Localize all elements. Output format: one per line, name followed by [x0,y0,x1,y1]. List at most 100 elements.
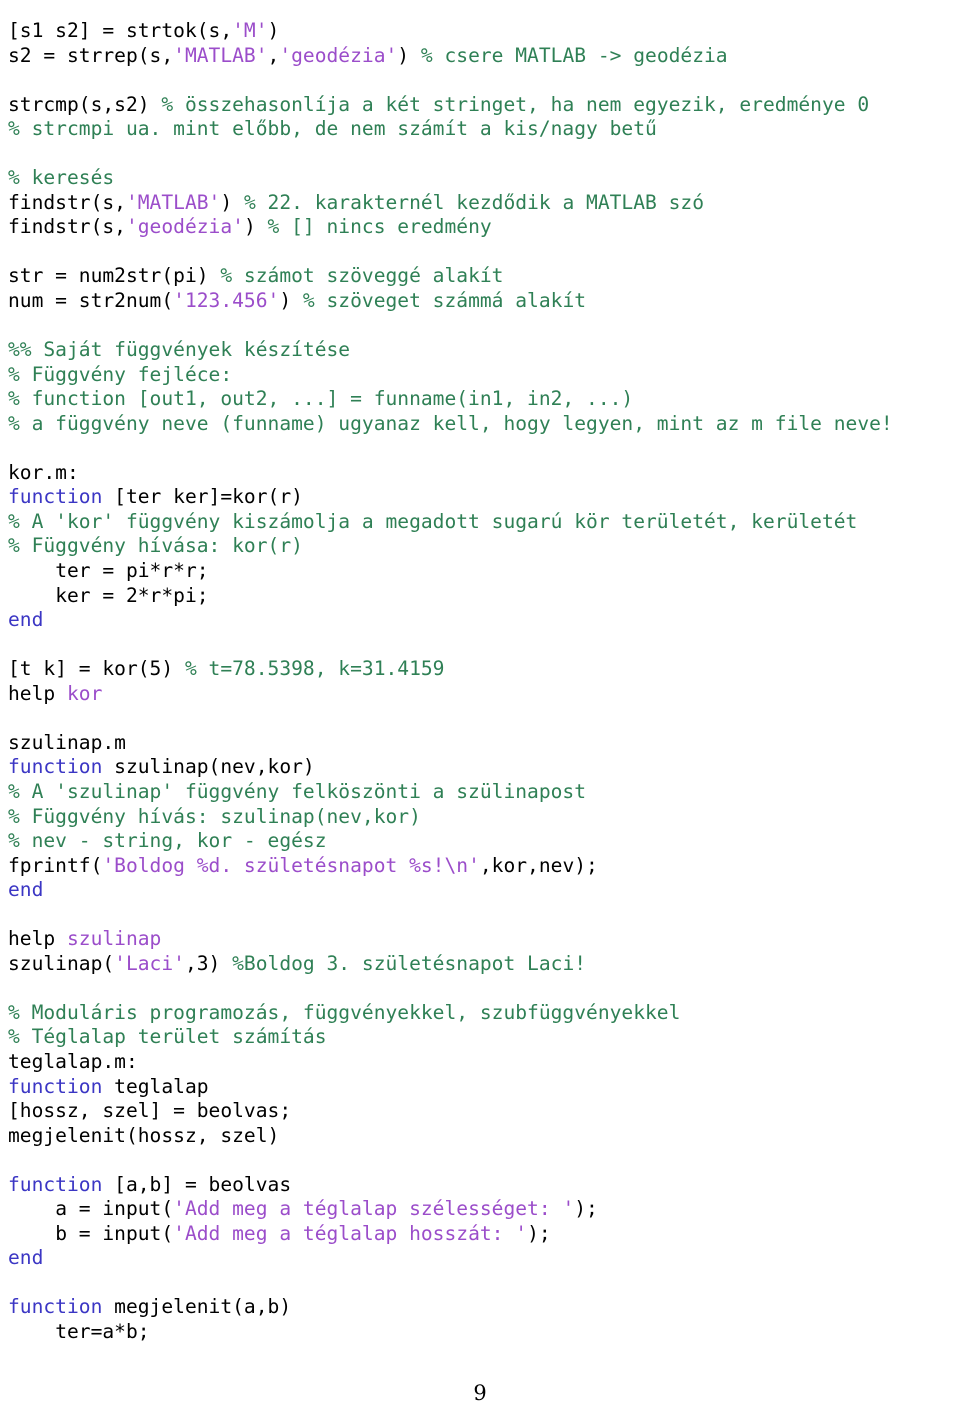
code-token-comment: % szöveget számmá alakít [302,289,587,313]
code-token-comment: % Téglalap terület számítás [8,1025,327,1049]
code-line: str = num2str(pi) % számot szöveggé alak… [8,264,952,289]
code-token-comment: % nev - string, kor - egész [8,829,327,853]
code-line: % function [out1, out2, ...] = funname(i… [8,387,952,412]
code-token-comment: % Függvény fejléce: [8,362,233,386]
code-token-keyword: end [8,1246,44,1270]
code-token-string: 'Laci' [114,951,185,975]
code-line: teglalap.m: [8,1050,952,1075]
code-line: b = input('Add meg a téglalap hosszát: '… [8,1222,952,1247]
code-token-plain: megjelenit(a,b) [102,1295,292,1319]
code-token-string: 'Add meg a téglalap hosszát: ' [173,1221,528,1245]
code-line: ter = pi*r*r; [8,559,952,584]
code-token-plain: ) [397,43,421,67]
code-line: %% Saját függvények készítése [8,338,952,363]
code-token-keyword: function [8,1172,103,1196]
code-token-plain: a = input( [55,1197,174,1221]
code-token-plain: megjelenit(hossz, szel) [8,1123,280,1147]
code-token-string: 'M' [232,19,268,42]
code-line: function [ter ker]=kor(r) [8,485,952,510]
code-token-string: 'geodézia' [125,215,244,239]
code-line: ker = 2*r*pi; [8,584,952,609]
code-token-plain: ) [243,215,268,239]
code-line: % Moduláris programozás, függvényekkel, … [8,1001,952,1026]
code-line: % strcmpi ua. mint előbb, de nem számít … [8,117,952,142]
code-token-plain: ter = pi*r*r; [55,559,209,583]
code-line: a = input('Add meg a téglalap szélessége… [8,1197,952,1222]
code-token-plain: kor.m: [8,460,79,484]
code-token-comment: % Függvény hívása: kor(r) [8,534,303,558]
code-line: end [8,1246,952,1271]
code-line: % A 'kor' függvény kiszámolja a megadott… [8,510,952,535]
code-line: % Függvény fejléce: [8,363,952,388]
code-line: % A 'szulinap' függvény felköszönti a sz… [8,780,952,805]
code-line: findstr(s,'geodézia') % [] nincs eredmén… [8,215,952,240]
code-line: function megjelenit(a,b) [8,1295,952,1320]
page-number: 9 [473,1381,487,1405]
code-line: help szulinap [8,927,952,952]
code-token-plain: help [8,681,67,705]
code-line: megjelenit(hossz, szel) [8,1124,952,1149]
code-token-plain: strcmp(s,s2) [8,92,162,116]
code-token-plain: ); [574,1197,598,1221]
code-line: % Függvény hívás: szulinap(nev,kor) [8,805,952,830]
code-line: szulinap.m [8,731,952,756]
code-token-comment: % számot szöveggé alakít [220,264,504,288]
code-token-comment: % csere MATLAB -> geodézia [420,43,728,67]
code-line: end [8,608,952,633]
code-token-comment: % keresés [8,166,115,190]
code-token-plain: s2 = strrep(s, [8,43,174,67]
code-token-plain: szulinap( [8,951,115,975]
document-page: [s1 s2] = strtok(s,'M') s2 = strrep(s, 'M… [0,0,960,1427]
code-line: num = str2num('123.456') % szöveget szám… [8,289,952,314]
code-token-comment: % Moduláris programozás, függvényekkel, … [8,1000,681,1024]
code-token-keyword: function [8,755,103,779]
code-token-plain: ) [267,19,280,42]
code-token-comment: % [] nincs eredmény [267,215,492,239]
code-token-comment: % A 'kor' függvény kiszámolja a megadott… [8,509,858,533]
code-token-plain: ker = 2*r*pi; [55,583,209,607]
code-token-plain: szulinap.m [8,730,126,754]
code-token-plain: ) [279,289,303,313]
code-line: end [8,878,952,903]
code-token-string: 'geodézia' [279,43,398,67]
code-token-comment: %% Saját függvények készítése [8,338,351,362]
code-token-plain: [s1 s2] = strtok(s, [8,19,233,42]
code-token-plain: help [8,927,67,951]
code-line: [s1 s2] = strtok(s,'M') [8,19,952,44]
code-token-string: szulinap [66,927,162,951]
code-token-keyword: end [8,878,44,902]
code-token-string: '123.456' [173,289,280,313]
code-token-plain: fprintf( [8,853,103,877]
code-token-string: 'Add meg a téglalap szélességet: ' [173,1197,575,1221]
code-line: findstr(s,'MATLAB') % 22. karakternél ke… [8,191,952,216]
code-token-string: 'Boldog %d. születésnapot %s!\n' [102,853,480,877]
code-token-plain: ,kor,nev); [479,853,598,877]
code-line: % nev - string, kor - egész [8,829,952,854]
code-token-plain: [hossz, szel] = beolvas; [8,1099,292,1123]
code-token-comment: % t=78.5398, k=31.4159 [184,657,445,681]
code-token-plain: num = str2num( [8,289,174,313]
code-line: strcmp(s,s2) % összehasonlíja a két stri… [8,93,952,118]
code-token-comment: % function [out1, out2, ...] = funname(i… [8,387,634,411]
code-token-comment: % 22. karakternél kezdődik a MATLAB szó [243,190,704,214]
code-token-plain: b = input( [55,1221,174,1245]
code-line: % keresés [8,166,952,191]
code-token-keyword: function [8,1074,103,1098]
code-token-keyword: end [8,608,44,632]
code-line: function szulinap(nev,kor) [8,755,952,780]
code-token-string: 'MATLAB' [125,190,221,214]
code-token-comment: % A 'szulinap' függvény felköszönti a sz… [8,779,587,803]
code-line: [hossz, szel] = beolvas; [8,1099,952,1124]
